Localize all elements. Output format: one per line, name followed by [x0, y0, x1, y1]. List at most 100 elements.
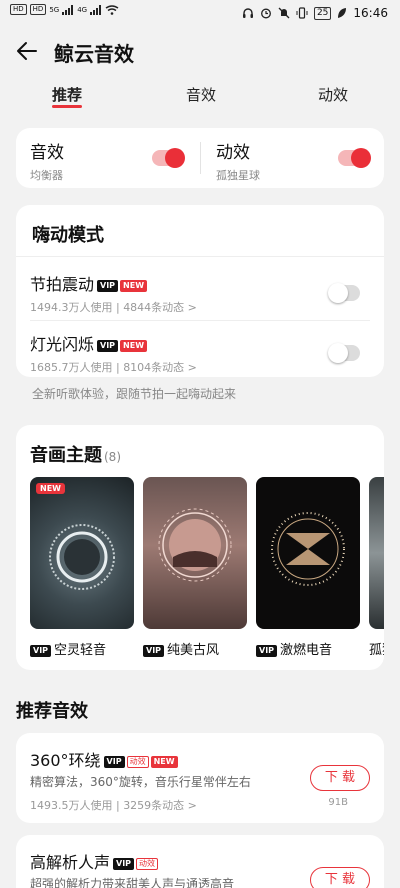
alarm-icon — [261, 8, 271, 19]
hype-mode-row-light-flash[interactable]: 灯光闪烁 VIP NEW 1685.7万人使用 | 8104条动态 > — [16, 321, 384, 381]
toggle-knob — [351, 148, 371, 168]
ring-visual — [158, 508, 232, 582]
mode-name: 灯光闪烁 VIP NEW — [30, 331, 148, 355]
hype-mode-row-beat-vibration[interactable]: 节拍震动 VIP NEW 1494.3万人使用 | 4844条动态 > — [16, 261, 384, 321]
effect-name: 360°环绕 VIP 动效 NEW — [30, 747, 178, 771]
ring-visual — [49, 524, 115, 590]
themes-title[interactable]: 音画主题 (8) — [30, 441, 121, 467]
quick-toggles-card: 音效 均衡器 动效 孤独星球 — [16, 128, 384, 188]
4g-label: 4G — [77, 5, 88, 14]
vip-badge: VIP — [113, 857, 135, 870]
effect-item[interactable]: 360°环绕 VIP 动效 NEW 精密算法，360°旋转，音乐行星常伴左右 1493… — [16, 733, 384, 823]
effect-name: 高解析人声 VIP 动效 — [30, 849, 159, 873]
download-button[interactable]: 下 载 — [310, 867, 370, 888]
motion-effect-toggle-group: 动效 孤独星球 — [216, 138, 260, 183]
vip-badge: VIP — [30, 644, 52, 657]
effect-meta: 1493.5万人使用 | 3259条动态 > — [30, 799, 197, 812]
theme-label: 空灵轻音 — [54, 643, 107, 658]
tab-recommend[interactable]: 推荐 — [52, 84, 82, 105]
vip-badge: VIP — [97, 339, 119, 352]
effect-description: 超强的解析力带来甜美人声与通透高音 — [30, 877, 235, 888]
download-size: 91B — [328, 797, 348, 808]
vibrate-icon — [296, 7, 308, 19]
theme-label: 激燃电音 — [280, 643, 333, 658]
tab-motion-effects[interactable]: 动效 — [318, 84, 348, 105]
status-left: HD HD 5G 4G — [10, 4, 119, 15]
themes-count: (8) — [104, 450, 121, 464]
headphones-icon — [242, 8, 253, 18]
toggle-knob — [328, 343, 348, 363]
clock: 16:46 — [353, 6, 388, 20]
mode-name: 节拍震动 VIP NEW — [30, 271, 148, 295]
leaf-icon — [338, 8, 347, 18]
theme-item[interactable]: NEW VIP 空灵轻音 — [30, 477, 134, 658]
hype-mode-card: 嗨动模式 节拍震动 VIP NEW 1494.3万人使用 | 4844条动态 > 灯… — [16, 205, 384, 377]
divider — [16, 256, 384, 257]
themes-card: 音画主题 (8) NEW VIP 空灵轻音 VIP 纯美古风 VIP 激燃电音 … — [16, 425, 384, 670]
page-title: 鲸云音效 — [54, 42, 134, 66]
light-flash-toggle[interactable] — [328, 343, 360, 363]
motion-effect-toggle[interactable] — [338, 148, 371, 168]
theme-caption: VIP 纯美古风 — [143, 639, 247, 658]
hype-mode-hint: 全新听歌体验，跟随节拍一起嗨动起来 — [32, 387, 237, 401]
new-badge: NEW — [120, 339, 148, 352]
battery-level: 25 — [313, 6, 332, 20]
theme-label: 孤独 — [369, 643, 384, 658]
theme-label: 纯美古风 — [167, 643, 220, 658]
download-button[interactable]: 下 载 — [310, 765, 370, 791]
motion-badge: 动效 — [126, 755, 149, 768]
theme-thumbnail — [256, 477, 360, 629]
motion-effect-label: 动效 — [216, 143, 250, 163]
divider — [200, 142, 201, 174]
mute-icon — [278, 7, 290, 19]
motion-effect-sublabel: 孤独星球 — [216, 169, 260, 182]
effect-item[interactable]: 高解析人声 VIP 动效 超强的解析力带来甜美人声与通透高音 下 载 — [16, 835, 384, 888]
mode-name-text: 灯光闪烁 — [30, 335, 95, 354]
motion-badge: 动效 — [136, 857, 159, 870]
tab-sound-effects[interactable]: 音效 — [186, 84, 216, 105]
theme-caption: VIP 空灵轻音 — [30, 639, 134, 658]
theme-caption: 孤独 — [369, 639, 384, 658]
5g-label: 5G — [49, 5, 60, 14]
status-bar: HD HD 5G 4G 25 16:46 — [0, 0, 400, 28]
mode-name-text: 节拍震动 — [30, 275, 95, 294]
sound-effect-toggle-group: 音效 均衡器 — [30, 138, 64, 183]
signal-icon — [90, 4, 102, 15]
back-arrow-icon[interactable] — [16, 40, 38, 62]
header: 鲸云音效 — [0, 36, 400, 68]
recommended-effects-title: 推荐音效 — [16, 701, 88, 722]
vip-badge: VIP — [103, 755, 125, 768]
effect-name-text: 360°环绕 — [30, 751, 101, 770]
signal-icon — [62, 4, 74, 15]
theme-thumbnail: NEW — [30, 477, 134, 629]
tab-active-indicator — [52, 105, 82, 108]
theme-thumbnail — [143, 477, 247, 629]
sound-effect-label: 音效 — [30, 143, 64, 163]
themes-title-text: 音画主题 — [30, 445, 102, 466]
toggle-knob — [165, 148, 185, 168]
hd-badge: HD — [10, 4, 27, 15]
vip-badge: VIP — [143, 644, 165, 657]
theme-item[interactable]: 孤独 — [369, 477, 384, 658]
status-right: 25 16:46 — [242, 6, 388, 20]
theme-item[interactable]: VIP 激燃电音 — [256, 477, 360, 658]
toggle-knob — [328, 283, 348, 303]
theme-thumbnail — [369, 477, 384, 629]
effect-name-text: 高解析人声 — [30, 853, 111, 872]
tab-bar: 推荐 音效 动效 — [0, 84, 400, 110]
theme-item[interactable]: VIP 纯美古风 — [143, 477, 247, 658]
ring-visual — [271, 512, 345, 586]
new-badge: NEW — [150, 755, 178, 768]
theme-caption: VIP 激燃电音 — [256, 639, 360, 658]
beat-vibration-toggle[interactable] — [328, 283, 360, 303]
sound-effect-sublabel: 均衡器 — [30, 169, 63, 182]
new-badge: NEW — [120, 279, 148, 292]
effect-description: 精密算法，360°旋转，音乐行星常伴左右 — [30, 775, 251, 789]
mode-meta: 1685.7万人使用 | 8104条动态 > — [30, 361, 197, 374]
wifi-icon — [105, 4, 119, 15]
sound-effect-toggle[interactable] — [152, 148, 185, 168]
hype-mode-title: 嗨动模式 — [32, 225, 104, 246]
vip-badge: VIP — [97, 279, 119, 292]
vip-badge: VIP — [256, 644, 278, 657]
mode-meta: 1494.3万人使用 | 4844条动态 > — [30, 301, 197, 314]
